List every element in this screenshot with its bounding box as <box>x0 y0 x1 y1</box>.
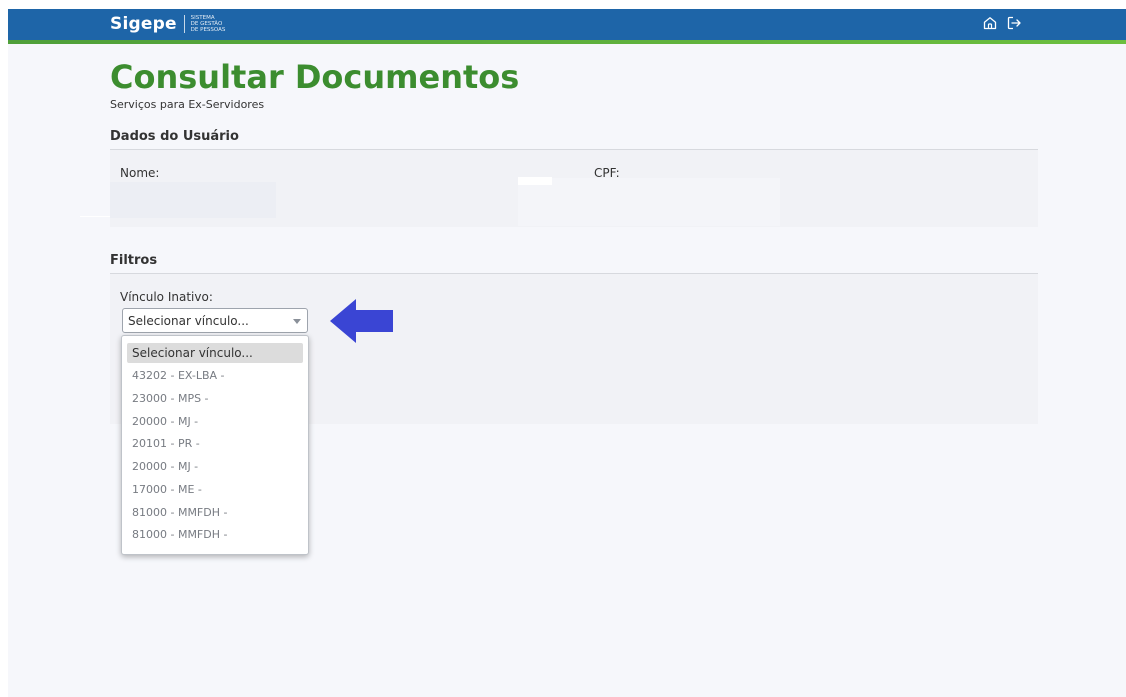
page-subtitle: Serviços para Ex-Servidores <box>110 98 265 111</box>
vinculo-dropdown: Selecionar vínculo... 43202 - EX-LBA - 2… <box>121 335 309 555</box>
logo-separator <box>183 15 185 33</box>
logout-icon[interactable] <box>1005 14 1023 32</box>
cpf-value-highlight <box>518 177 552 185</box>
dropdown-option[interactable]: 20000 - MJ - <box>127 412 303 432</box>
top-header: Sigepe SISTEMA DE GESTÃO DE PESSOAS <box>8 9 1126 40</box>
vinculo-label: Vínculo Inativo: <box>120 290 213 304</box>
chevron-down-icon <box>293 319 301 324</box>
dropdown-option[interactable]: 23000 - MPS - <box>127 389 303 409</box>
page-title: Consultar Documentos <box>110 58 520 96</box>
home-icon[interactable] <box>981 14 999 32</box>
dropdown-option[interactable]: 20101 - PR - <box>127 434 303 454</box>
vinculo-select[interactable]: Selecionar vínculo... <box>122 308 308 333</box>
vinculo-select-value: Selecionar vínculo... <box>128 314 249 328</box>
logo-subtitle: SISTEMA DE GESTÃO DE PESSOAS <box>191 15 226 33</box>
dropdown-option[interactable]: 20000 - MJ - <box>127 457 303 477</box>
filters-heading: Filtros <box>110 253 158 268</box>
logo-subtitle-line: DE PESSOAS <box>190 27 226 33</box>
name-value <box>110 182 276 218</box>
app-frame: Sigepe SISTEMA DE GESTÃO DE PESSOAS Cons… <box>8 9 1126 697</box>
pointer-arrow-icon <box>330 299 393 343</box>
dropdown-option[interactable]: 81000 - MMFDH - <box>127 503 303 523</box>
name-label: Nome: <box>120 166 160 180</box>
user-data-heading: Dados do Usuário <box>110 129 239 144</box>
sigepe-logo[interactable]: Sigepe SISTEMA DE GESTÃO DE PESSOAS <box>110 13 225 35</box>
dropdown-option[interactable]: Selecionar vínculo... <box>127 343 303 363</box>
logout-icon-graphic <box>1007 16 1021 30</box>
dropdown-option[interactable]: 17000 - ME - <box>127 480 303 500</box>
home-icon-graphic <box>983 17 997 30</box>
header-accent-stripe <box>8 40 1126 44</box>
dropdown-option[interactable]: 43202 - EX-LBA - <box>127 366 303 386</box>
dropdown-option[interactable]: 81000 - MMFDH - <box>127 525 303 545</box>
cpf-value <box>518 178 780 226</box>
logo-text: Sigepe <box>110 14 177 34</box>
user-data-panel: Nome: CPF: <box>110 150 1038 227</box>
name-value-edge <box>80 216 110 217</box>
